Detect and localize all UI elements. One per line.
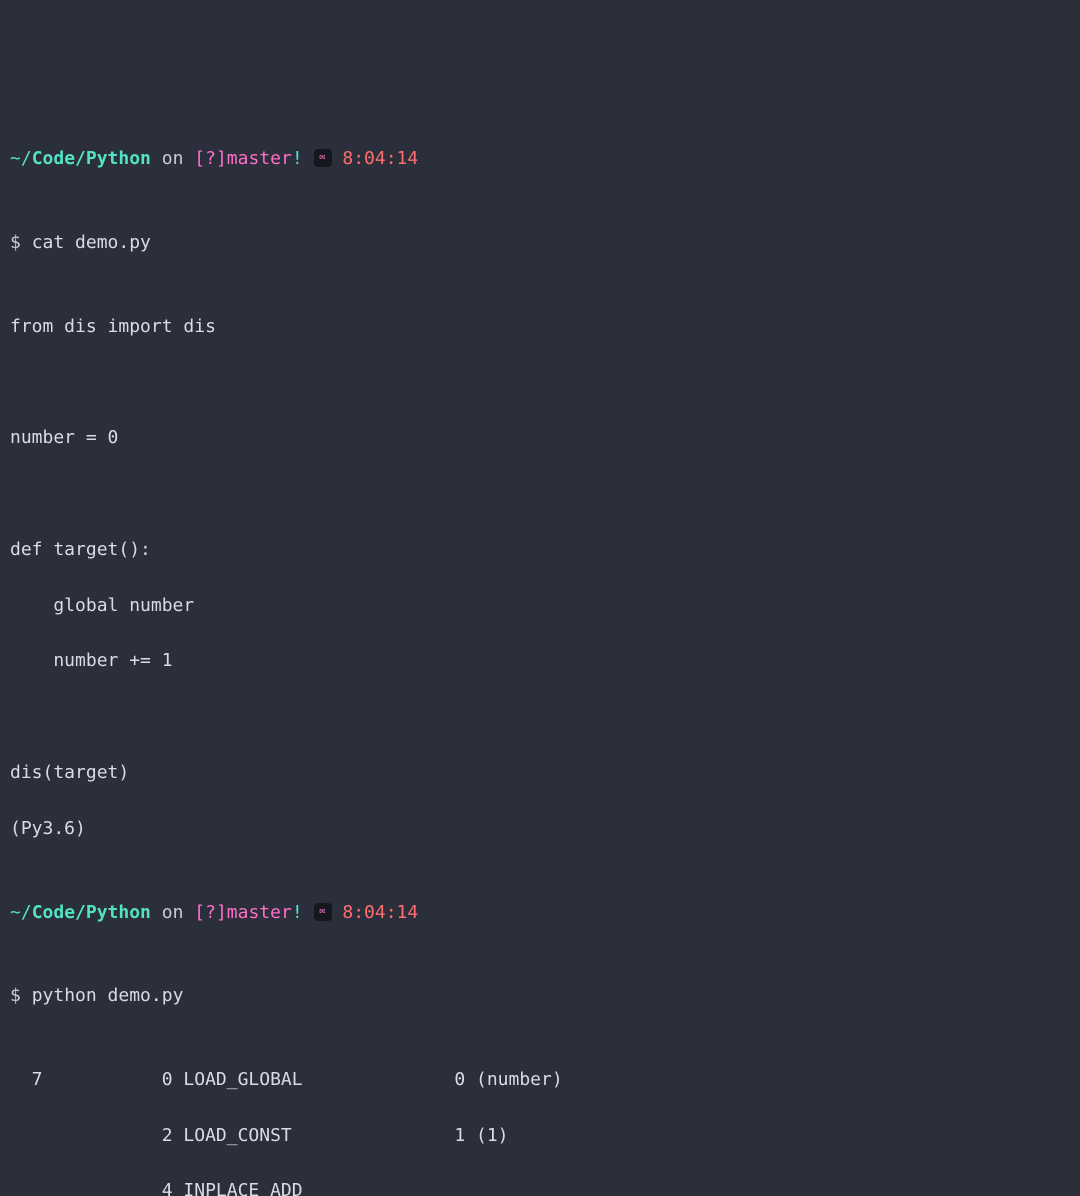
branch-box-open: [?] xyxy=(194,902,227,923)
file-line: number = 0 xyxy=(10,424,1070,452)
prompt-line-2: ~/Code/Python on [?]master! 8:04:14 xyxy=(10,899,1070,927)
path-prefix: ~/ xyxy=(10,902,32,923)
file-line: global number xyxy=(10,592,1070,620)
dis-row: 2 LOAD_CONST 1 (1) xyxy=(10,1122,1070,1150)
path-prefix: ~/ xyxy=(10,148,32,169)
command-line-1[interactable]: $ cat demo.py xyxy=(10,229,1070,257)
branch-name: master xyxy=(227,148,292,169)
file-line: number += 1 xyxy=(10,647,1070,675)
file-line: (Py3.6) xyxy=(10,815,1070,843)
prompt-time: 8:04:14 xyxy=(342,902,418,923)
file-blank xyxy=(10,703,1070,731)
file-blank xyxy=(10,480,1070,508)
mail-icon xyxy=(314,903,332,921)
command-text: python demo.py xyxy=(32,985,184,1006)
command-line-2[interactable]: $ python demo.py xyxy=(10,982,1070,1010)
file-line: def target(): xyxy=(10,536,1070,564)
on-text: on xyxy=(151,902,194,923)
dollar-prompt: $ xyxy=(10,232,32,253)
dollar-prompt: $ xyxy=(10,985,32,1006)
dis-row: 4 INPLACE_ADD xyxy=(10,1177,1070,1196)
dis-row: 7 0 LOAD_GLOBAL 0 (number) xyxy=(10,1066,1070,1094)
branch-box-open: [?] xyxy=(194,148,227,169)
prompt-line-1: ~/Code/Python on [?]master! 8:04:14 xyxy=(10,145,1070,173)
branch-name: master xyxy=(227,902,292,923)
on-text: on xyxy=(151,148,194,169)
file-blank xyxy=(10,369,1070,397)
mail-icon xyxy=(314,149,332,167)
path: Code/Python xyxy=(32,148,151,169)
command-text: cat demo.py xyxy=(32,232,151,253)
branch-dirty-icon: ! xyxy=(292,902,303,923)
prompt-time: 8:04:14 xyxy=(342,148,418,169)
branch-dirty-icon: ! xyxy=(292,148,303,169)
file-line: from dis import dis xyxy=(10,313,1070,341)
path: Code/Python xyxy=(32,902,151,923)
file-line: dis(target) xyxy=(10,759,1070,787)
